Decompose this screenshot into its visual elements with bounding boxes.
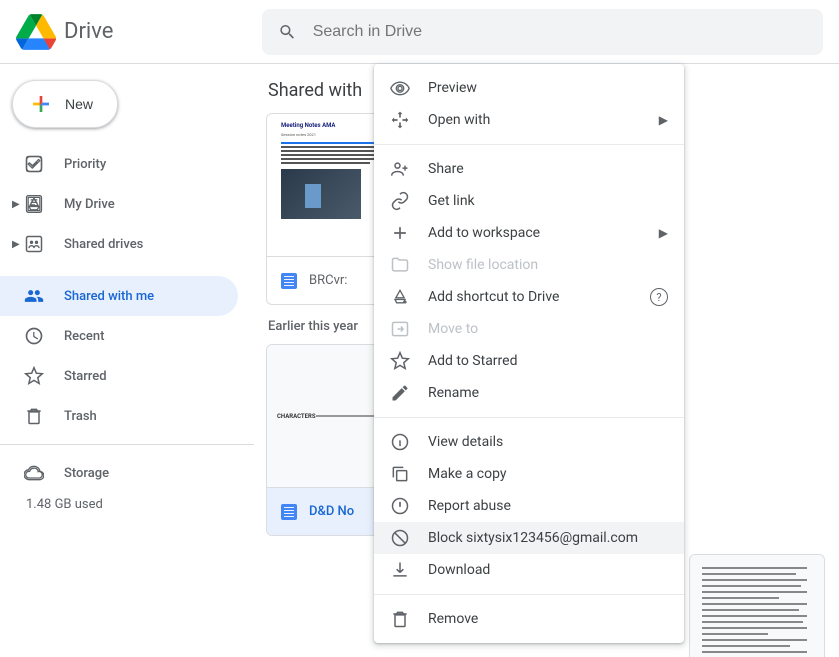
link-icon	[390, 191, 410, 211]
menu-item-label: Download	[428, 562, 668, 578]
folder-icon	[390, 255, 410, 275]
chevron-right-icon: ▶	[659, 226, 668, 240]
report-icon	[390, 496, 410, 516]
app-name: Drive	[64, 19, 113, 44]
info-icon	[390, 432, 410, 452]
sidebar-item-shared-with-me[interactable]: Shared with me	[0, 276, 238, 316]
menu-item-label: Add to workspace	[428, 225, 659, 241]
help-icon[interactable]: ?	[650, 288, 668, 306]
sidebar-item-label: Shared drives	[64, 237, 143, 252]
sidebar: New Priority ▶ My Drive ▶ Shared drives …	[0, 64, 254, 657]
open-with-icon	[390, 110, 410, 130]
menu-item-report-abuse[interactable]: Report abuse	[374, 490, 684, 522]
new-button[interactable]: New	[12, 80, 118, 128]
menu-item-make-copy[interactable]: Make a copy	[374, 458, 684, 490]
sidebar-item-starred[interactable]: Starred	[0, 356, 238, 396]
menu-item-label: Remove	[428, 611, 668, 627]
menu-item-label: Share	[428, 161, 668, 177]
menu-item-open-with[interactable]: Open with ▶	[374, 104, 684, 136]
menu-item-label: Open with	[428, 112, 659, 128]
drive-shortcut-icon	[390, 287, 410, 307]
plus-multicolor-icon	[29, 92, 53, 116]
menu-item-label: Block sixtysix123456@gmail.com	[428, 530, 668, 546]
menu-item-label: Show file location	[428, 257, 668, 273]
menu-item-label: Rename	[428, 385, 668, 401]
file-name: BRCvr:	[309, 273, 347, 288]
menu-item-label: Report abuse	[428, 498, 668, 514]
clock-icon	[24, 326, 44, 346]
sidebar-item-storage[interactable]: Storage	[0, 453, 238, 493]
sidebar-item-trash[interactable]: Trash	[0, 396, 238, 436]
docs-icon	[281, 273, 297, 289]
sidebar-item-label: Starred	[64, 369, 107, 384]
menu-item-label: Move to	[428, 321, 668, 337]
sidebar-item-label: Trash	[64, 409, 97, 424]
menu-item-download[interactable]: Download	[374, 554, 684, 586]
menu-item-label: Add to Starred	[428, 353, 668, 369]
trash-icon	[24, 406, 44, 426]
search-icon	[278, 22, 297, 42]
docs-icon	[281, 504, 297, 520]
menu-item-add-workspace[interactable]: Add to workspace ▶	[374, 217, 684, 249]
menu-item-add-starred[interactable]: Add to Starred	[374, 345, 684, 377]
plus-icon	[390, 223, 410, 243]
menu-item-show-location: Show file location	[374, 249, 684, 281]
menu-item-move-to: Move to	[374, 313, 684, 345]
sidebar-item-shared-drives[interactable]: ▶ Shared drives	[0, 224, 238, 264]
caret-right-icon: ▶	[12, 239, 24, 250]
trash-icon	[390, 609, 410, 629]
logo-area[interactable]: Drive	[16, 14, 254, 50]
search-input[interactable]	[313, 23, 807, 41]
sidebar-item-my-drive[interactable]: ▶ My Drive	[0, 184, 238, 224]
sidebar-item-label: Shared with me	[64, 289, 154, 304]
file-thumbnail	[690, 555, 824, 657]
sidebar-item-priority[interactable]: Priority	[0, 144, 238, 184]
menu-item-label: View details	[428, 434, 668, 450]
people-icon	[24, 286, 44, 306]
menu-item-label: Make a copy	[428, 466, 668, 482]
copy-icon	[390, 464, 410, 484]
header: Drive	[0, 0, 839, 64]
sidebar-item-label: Storage	[64, 466, 109, 481]
drive-logo-icon	[16, 14, 56, 50]
menu-item-share[interactable]: Share	[374, 153, 684, 185]
shared-drives-icon	[24, 234, 44, 254]
check-badge-icon	[24, 154, 44, 174]
menu-item-label: Preview	[428, 80, 668, 96]
search-bar[interactable]	[262, 9, 823, 55]
sidebar-item-label: Recent	[64, 329, 104, 344]
move-to-icon	[390, 319, 410, 339]
context-menu: Preview Open with ▶ Share Get link Add t…	[374, 64, 684, 643]
star-icon	[390, 351, 410, 371]
sidebar-item-label: Priority	[64, 157, 106, 172]
person-add-icon	[390, 159, 410, 179]
sidebar-item-label: My Drive	[64, 197, 115, 212]
pencil-icon	[390, 383, 410, 403]
menu-item-preview[interactable]: Preview	[374, 72, 684, 104]
menu-item-block[interactable]: Block sixtysix123456@gmail.com	[374, 522, 684, 554]
storage-used-text: 1.48 GB used	[0, 497, 254, 512]
file-name: D&D No	[309, 504, 354, 519]
caret-right-icon: ▶	[12, 199, 24, 210]
block-icon	[390, 528, 410, 548]
drive-icon	[24, 194, 44, 214]
star-icon	[24, 366, 44, 386]
eye-icon	[390, 78, 410, 98]
sidebar-item-recent[interactable]: Recent	[0, 316, 238, 356]
menu-item-label: Add shortcut to Drive	[428, 289, 650, 305]
cloud-icon	[24, 463, 44, 483]
chevron-right-icon: ▶	[659, 113, 668, 127]
download-icon	[390, 560, 410, 580]
menu-item-add-shortcut[interactable]: Add shortcut to Drive ?	[374, 281, 684, 313]
file-tile-article[interactable]: Article -	[689, 554, 825, 657]
menu-item-label: Get link	[428, 193, 668, 209]
new-button-label: New	[65, 96, 93, 112]
menu-item-rename[interactable]: Rename	[374, 377, 684, 409]
menu-item-remove[interactable]: Remove	[374, 603, 684, 635]
menu-item-get-link[interactable]: Get link	[374, 185, 684, 217]
menu-item-view-details[interactable]: View details	[374, 426, 684, 458]
